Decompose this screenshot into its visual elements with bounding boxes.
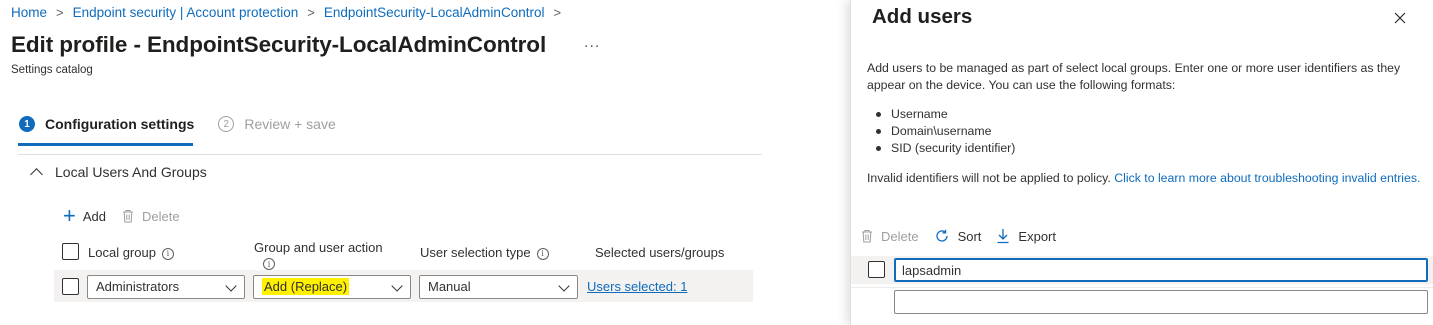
download-icon xyxy=(997,229,1009,244)
export-button[interactable]: Export xyxy=(996,228,1056,244)
chevron-up-icon xyxy=(30,168,43,181)
user-selection-type-dropdown[interactable]: Manual xyxy=(419,275,578,299)
refresh-sort-icon xyxy=(935,229,948,242)
delete-button[interactable]: Delete xyxy=(122,209,180,224)
table-row: Administrators Add (Replace) Manual User… xyxy=(54,270,753,302)
step-label: Configuration settings xyxy=(45,116,195,132)
step-configuration-settings[interactable]: 1 Configuration settings xyxy=(19,116,194,132)
panel-title: Add users xyxy=(872,5,973,28)
header-label: User selection type xyxy=(420,245,531,260)
panel-delete-button[interactable]: Delete xyxy=(861,229,919,244)
active-step-indicator xyxy=(18,143,193,146)
step-review-save[interactable]: 2 Review + save xyxy=(218,116,336,132)
format-list: Username Domain\username SID (security i… xyxy=(874,106,1015,157)
delete-label: Delete xyxy=(142,208,180,224)
breadcrumb: Home > Endpoint security | Account prote… xyxy=(11,5,570,20)
header-user-selection-type: User selection type i xyxy=(420,245,549,260)
step-label: Review + save xyxy=(244,116,336,132)
dropdown-value: Manual xyxy=(428,279,471,294)
invalid-note-text: Invalid identifiers will not be applied … xyxy=(867,171,1111,185)
plus-icon: + xyxy=(63,203,76,228)
header-group-user-action: Group and user action xyxy=(254,240,383,255)
command-bar: + Add Delete xyxy=(63,203,196,228)
trash-icon xyxy=(122,209,134,223)
divider xyxy=(18,154,762,155)
row-checkbox[interactable] xyxy=(868,261,885,278)
page-title: Edit profile - EndpointSecurity-LocalAdm… xyxy=(11,32,547,57)
chevron-down-icon xyxy=(558,280,570,292)
step-number-badge: 1 xyxy=(19,116,35,132)
header-local-group: Local group i xyxy=(88,245,174,260)
header-selected-users-groups: Selected users/groups xyxy=(595,245,725,260)
section-title: Local Users And Groups xyxy=(55,164,207,180)
list-item: SID (security identifier) xyxy=(874,140,1015,157)
chevron-down-icon xyxy=(225,280,237,292)
header-label: Local group xyxy=(88,245,156,260)
step-number-badge: 2 xyxy=(218,116,235,132)
section-toggle-local-users-groups[interactable]: Local Users And Groups xyxy=(30,164,207,181)
info-icon[interactable]: i xyxy=(161,247,174,260)
breadcrumb-separator: > xyxy=(56,5,64,20)
export-label: Export xyxy=(1018,228,1056,244)
add-button[interactable]: + Add xyxy=(63,203,106,228)
close-icon[interactable] xyxy=(1392,10,1408,26)
invalid-identifiers-note: Invalid identifiers will not be applied … xyxy=(867,170,1427,187)
info-icon[interactable]: i xyxy=(536,247,549,260)
more-options-button[interactable]: ... xyxy=(584,34,600,52)
delete-label: Delete xyxy=(881,228,919,244)
breadcrumb-profile[interactable]: EndpointSecurity-LocalAdminControl xyxy=(324,5,545,20)
panel-command-bar: Delete Sort Export xyxy=(861,228,1071,244)
chevron-down-icon xyxy=(391,280,403,292)
row-checkbox[interactable] xyxy=(62,278,79,295)
sort-button[interactable]: Sort xyxy=(934,228,982,244)
breadcrumb-separator: > xyxy=(553,5,562,20)
main-pane: Home > Endpoint security | Account prote… xyxy=(0,0,850,325)
local-group-dropdown[interactable]: Administrators xyxy=(87,275,245,299)
breadcrumb-account-protection[interactable]: Endpoint security | Account protection xyxy=(73,5,299,20)
info-icon[interactable]: i xyxy=(263,258,275,270)
select-all-checkbox[interactable] xyxy=(62,243,79,260)
learn-more-link[interactable]: Click to learn more about troubleshootin… xyxy=(1114,171,1420,185)
dropdown-value: Add (Replace) xyxy=(262,278,350,295)
divider xyxy=(851,287,1433,288)
add-users-panel: Add users Add users to be managed as par… xyxy=(850,0,1433,325)
user-identifier-input[interactable] xyxy=(894,258,1428,282)
page-subtitle: Settings catalog xyxy=(11,64,93,76)
dropdown-value: Administrators xyxy=(96,279,180,294)
breadcrumb-separator: > xyxy=(307,5,315,20)
group-user-action-dropdown[interactable]: Add (Replace) xyxy=(253,275,411,299)
trash-icon xyxy=(862,230,872,243)
user-row xyxy=(851,256,1433,284)
users-selected-link[interactable]: Users selected: 1 xyxy=(587,279,687,294)
breadcrumb-home[interactable]: Home xyxy=(11,5,47,20)
new-user-identifier-input[interactable] xyxy=(894,290,1428,314)
panel-description: Add users to be managed as part of selec… xyxy=(867,61,1401,92)
sort-label: Sort xyxy=(957,228,982,244)
wizard-steps: 1 Configuration settings 2 Review + save xyxy=(19,116,360,132)
list-item: Domain\username xyxy=(874,123,1015,140)
table-header: Local group i Group and user action i Use… xyxy=(60,238,760,272)
add-label: Add xyxy=(82,208,106,224)
list-item: Username xyxy=(874,106,1015,123)
